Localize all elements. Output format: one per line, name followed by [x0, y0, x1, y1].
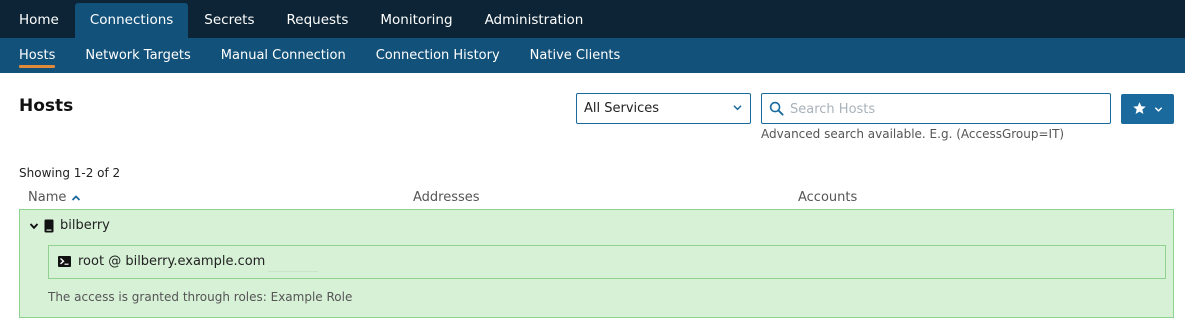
roles-note: The access is granted through roles: Exa… [48, 290, 353, 304]
sub-nav-hosts[interactable]: Hosts [0, 38, 70, 73]
column-header-name-label: Name [28, 190, 67, 205]
sub-nav-native-clients[interactable]: Native Clients [515, 38, 636, 73]
top-nav-requests[interactable]: Requests [270, 0, 364, 38]
sub-nav-network-targets[interactable]: Network Targets [70, 38, 205, 73]
search-hint: Advanced search available. E.g. (AccessG… [761, 127, 1065, 141]
service-filter-value: All Services [584, 101, 660, 116]
column-header-name[interactable]: Name [28, 190, 81, 205]
sub-navigation-bar: Hosts Network Targets Manual Connection … [0, 38, 1185, 73]
host-name[interactable]: bilberry [60, 218, 110, 233]
star-icon [1133, 102, 1146, 114]
top-navigation-bar: Home Connections Secrets Requests Monito… [0, 0, 1185, 38]
top-nav-secrets[interactable]: Secrets [188, 0, 270, 38]
account-row[interactable]: root @ bilberry.example.com [48, 245, 1166, 279]
page-title: Hosts [19, 96, 74, 116]
search-icon [769, 101, 784, 116]
column-header-accounts[interactable]: Accounts [798, 190, 857, 205]
favorites-dropdown-button[interactable] [1121, 94, 1174, 124]
top-nav-administration[interactable]: Administration [469, 0, 600, 38]
terminal-icon [58, 256, 71, 267]
search-hosts-input[interactable] [790, 98, 1100, 120]
top-nav-connections[interactable]: Connections [74, 3, 189, 38]
service-filter-select[interactable]: All Services [576, 93, 751, 124]
column-header-addresses[interactable]: Addresses [413, 190, 480, 205]
chevron-down-icon [1154, 107, 1163, 112]
top-nav-home[interactable]: Home [0, 0, 75, 38]
top-nav-monitoring[interactable]: Monitoring [364, 0, 468, 38]
sort-ascending-icon [72, 194, 81, 201]
result-count: Showing 1-2 of 2 [19, 166, 121, 180]
chevron-down-icon[interactable] [29, 221, 39, 231]
sub-nav-connection-history[interactable]: Connection History [361, 38, 515, 73]
host-row-bilberry[interactable]: bilberry root @ bilberry.example.com The… [19, 209, 1174, 318]
sub-nav-manual-connection[interactable]: Manual Connection [206, 38, 361, 73]
chevron-down-icon [733, 105, 742, 111]
search-hosts-field[interactable] [761, 93, 1111, 124]
account-label[interactable]: root @ bilberry.example.com [78, 254, 319, 272]
server-icon [44, 219, 54, 233]
